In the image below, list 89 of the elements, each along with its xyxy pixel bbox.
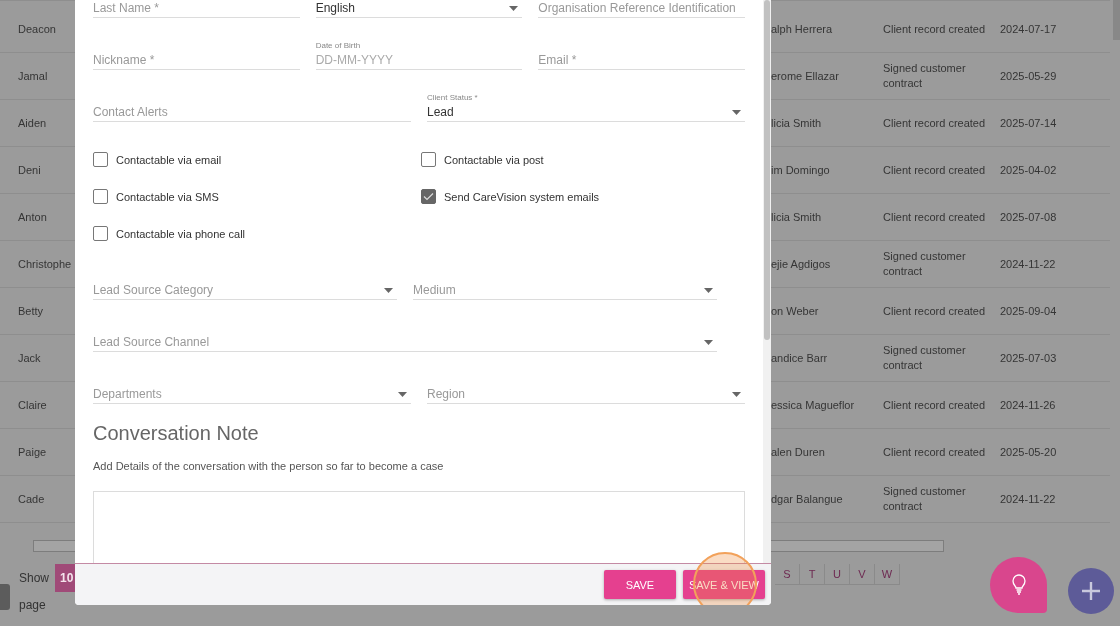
checkbox-label: Contactable via post bbox=[444, 153, 544, 166]
input-field[interactable]: Client Status * Lead bbox=[427, 88, 745, 122]
table-cell: alph Herrera bbox=[771, 23, 833, 35]
table-cell: 2024-11-22 bbox=[1000, 493, 1056, 505]
caret-icon bbox=[732, 109, 741, 115]
checkbox-label: Send CareVision system emails bbox=[444, 190, 600, 203]
tips-button[interactable] bbox=[990, 557, 1047, 613]
table-cell: Paige bbox=[18, 446, 47, 458]
table-cell: licia Smith bbox=[771, 117, 822, 129]
input-field[interactable]: Contact Alerts bbox=[93, 88, 411, 122]
table-cell: ejie Agdigos bbox=[771, 258, 831, 270]
input-field[interactable]: Last Name * bbox=[93, 0, 300, 18]
select-field[interactable]: Region bbox=[427, 370, 745, 404]
table-cell-text: Client record created bbox=[883, 303, 987, 319]
table-cell: alen Duren bbox=[771, 446, 825, 458]
add-button[interactable] bbox=[1068, 568, 1114, 614]
letter-filter[interactable]: V bbox=[850, 564, 875, 584]
table-cell: andice Barr bbox=[771, 352, 828, 364]
table-cell-text: Signed customer contract bbox=[883, 61, 967, 91]
table-cell-text: Client record created bbox=[883, 21, 987, 37]
table-cell-text: Client record created bbox=[883, 115, 987, 131]
table-cell: Anton bbox=[18, 211, 47, 223]
section-hint: Add Details of the conversation with the person so far to become a case bbox=[93, 459, 445, 474]
checkbox[interactable] bbox=[421, 189, 436, 204]
caret-icon bbox=[704, 339, 713, 345]
table-cell: 2024-11-26 bbox=[1000, 399, 1056, 411]
select-field[interactable]: Lead Source Channel bbox=[93, 318, 717, 352]
table-cell: 2025-07-03 bbox=[1000, 352, 1057, 364]
table-cell: 2025-09-04 bbox=[1000, 305, 1057, 317]
table-cell: Claire bbox=[18, 399, 47, 411]
table-cell-text: Signed customer contract bbox=[883, 249, 967, 279]
letter-filter[interactable]: U bbox=[825, 564, 850, 584]
checkbox-label: Contactable via SMS bbox=[116, 190, 219, 203]
table-cell: Jamal bbox=[18, 70, 48, 82]
checkbox[interactable] bbox=[421, 152, 436, 167]
table-cell: Jack bbox=[18, 352, 41, 364]
table-cell: 2025-07-08 bbox=[1000, 211, 1057, 223]
dialog-scrollbar[interactable] bbox=[763, 0, 771, 563]
table-cell: 2024-11-22 bbox=[1000, 258, 1056, 270]
show-label: Show bbox=[19, 571, 50, 585]
table-cell-text: Client record created bbox=[883, 397, 987, 413]
checkbox[interactable] bbox=[93, 226, 108, 241]
section-title: Conversation Note bbox=[93, 421, 260, 445]
table-cell: Deni bbox=[18, 164, 41, 176]
input-field[interactable]: English bbox=[315, 0, 523, 18]
page-label: page bbox=[19, 598, 47, 612]
table-cell: licia Smith bbox=[771, 211, 822, 223]
checkbox[interactable] bbox=[93, 152, 108, 167]
caret-icon bbox=[509, 5, 519, 11]
table-cell: dgar Balangue bbox=[771, 493, 843, 505]
caret-icon bbox=[384, 287, 393, 293]
input-field[interactable]: Nickname * bbox=[93, 36, 300, 70]
table-cell-text: Signed customer contract bbox=[883, 343, 967, 373]
input-field[interactable]: Date of Birth DD-MM-YYYY bbox=[315, 36, 523, 70]
table-cell: Christophe bbox=[18, 258, 72, 270]
checkbox[interactable] bbox=[93, 189, 108, 204]
letter-filter[interactable]: S bbox=[775, 564, 800, 584]
page-size-select[interactable]: 10 bbox=[55, 564, 77, 592]
letter-filter[interactable]: W bbox=[875, 564, 900, 584]
table-cell-text: Signed customer contract bbox=[883, 484, 967, 514]
table-cell: 2025-07-14 bbox=[1000, 117, 1057, 129]
table-cell: im Domingo bbox=[771, 164, 830, 176]
table-cell: Deacon bbox=[18, 23, 56, 35]
table-cell: Aiden bbox=[18, 117, 47, 129]
plus-icon bbox=[1080, 580, 1102, 602]
table-cell: 2025-05-29 bbox=[1000, 70, 1057, 82]
input-field[interactable]: Email * bbox=[538, 36, 745, 70]
table-cell: Betty bbox=[18, 305, 44, 317]
caret-icon bbox=[732, 391, 741, 397]
table-cell-text: Client record created bbox=[883, 444, 987, 460]
table-cell: on Weber bbox=[771, 305, 819, 317]
letter-filter[interactable]: T bbox=[800, 564, 825, 584]
table-cell-text: Client record created bbox=[883, 162, 987, 178]
table-cell: essica Magueflor bbox=[771, 399, 855, 411]
caret-icon bbox=[704, 287, 713, 293]
save-button[interactable]: SAVE bbox=[603, 570, 676, 599]
select-field[interactable]: Lead Source Category bbox=[93, 266, 397, 300]
table-cell: erome Ellazar bbox=[771, 70, 839, 82]
checkbox-label: Contactable via email bbox=[116, 153, 222, 166]
select-field[interactable]: Departments bbox=[93, 370, 411, 404]
table-cell: Cade bbox=[18, 493, 45, 505]
select-field[interactable]: Medium bbox=[413, 266, 717, 300]
table-cell: 2024-07-17 bbox=[1000, 23, 1057, 35]
checkbox-label: Contactable via phone call bbox=[116, 227, 246, 240]
table-cell: 2025-04-02 bbox=[1000, 164, 1057, 176]
caret-icon bbox=[398, 391, 407, 397]
table-cell-text: Client record created bbox=[883, 209, 987, 225]
input-field[interactable]: Organisation Reference Identification bbox=[538, 0, 745, 18]
table-cell: 2025-05-20 bbox=[1000, 446, 1057, 458]
